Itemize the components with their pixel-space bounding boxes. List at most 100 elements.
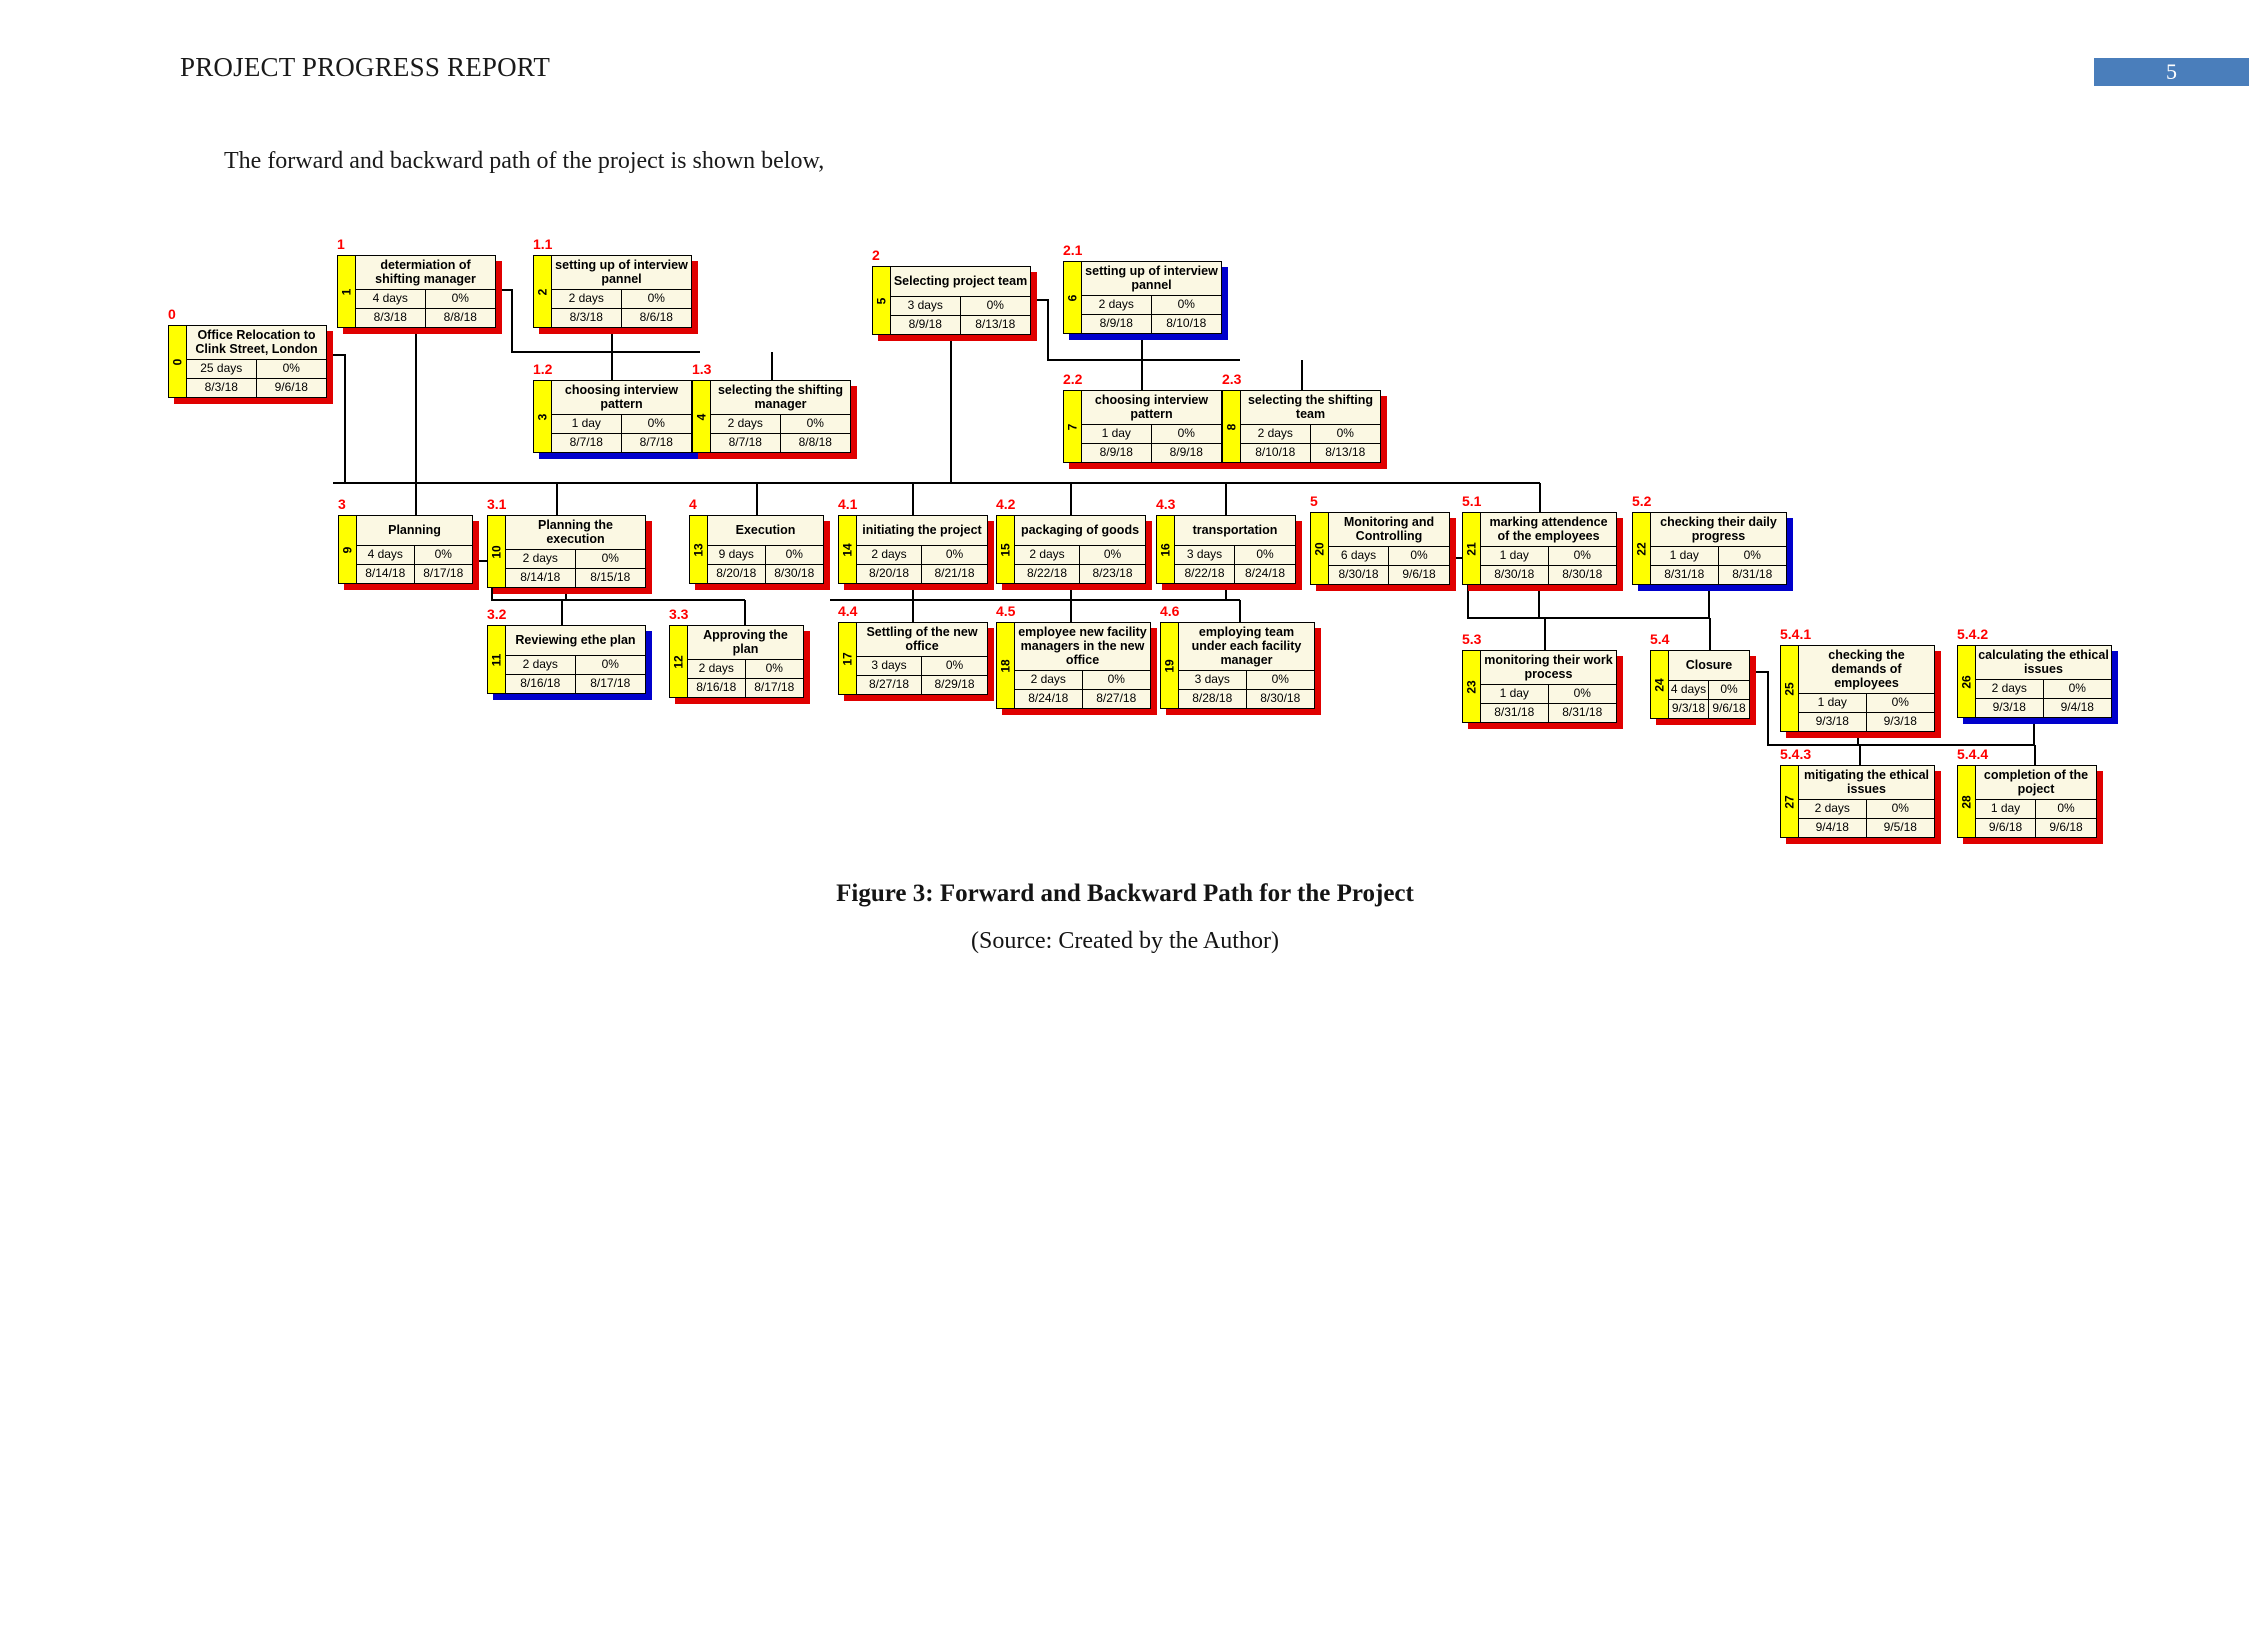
task-code-label: 3.2: [487, 606, 507, 622]
task-node[interactable]: 2 5 Selecting project team 3 days 0% 8/9/18 8/…: [872, 247, 1037, 341]
task-start-date: 8/31/18: [1481, 704, 1549, 722]
task-title: Planning the execution: [506, 516, 645, 550]
task-node[interactable]: 4.6 19 employing team under each facility …: [1160, 603, 1321, 715]
task-id-value: 7: [1065, 423, 1080, 430]
task-node-main: initiating the project 2 days 0% 8/20/18 8/2…: [857, 516, 987, 583]
task-duration-row: 2 days 0%: [1082, 296, 1221, 315]
task-node[interactable]: 4.5 18 employee new facility managers in t…: [996, 603, 1157, 715]
task-title: employee new facility managers in the ne…: [1015, 623, 1150, 671]
task-node-body: 4 selecting the shifting manager 2 days 0% 8…: [692, 380, 851, 453]
task-finish-date: 8/30/18: [1260, 691, 1301, 705]
task-node[interactable]: 2.2 7 choosing interview pattern 1 day 0% 8/9…: [1063, 371, 1228, 469]
task-dates-row: 8/30/18 9/6/18: [1329, 566, 1449, 584]
task-node[interactable]: 0 0 Office Relocation to Clink Street, Lon…: [168, 306, 333, 404]
task-node[interactable]: 3.3 12 Approving the plan 2 days 0% 8/16/18 8/…: [669, 606, 810, 704]
task-title: monitoring their work process: [1481, 651, 1616, 685]
task-dates-row: 8/9/18 8/9/18: [1082, 444, 1221, 462]
task-node[interactable]: 4.4 17 Settling of the new office 3 days 0% 8…: [838, 603, 994, 701]
task-node[interactable]: 4.3 16 transportation 3 days 0% 8/22/18 8/24/1…: [1156, 496, 1302, 590]
task-node[interactable]: 5.4.3 27 mitigating the ethical issues 2 da…: [1780, 746, 1941, 844]
task-duration-row: 3 days 0%: [1179, 671, 1314, 690]
task-node-body: 6 setting up of interview pannel 2 days 0% 8…: [1063, 261, 1222, 334]
task-start-date: 9/6/18: [1976, 819, 2036, 837]
task-node[interactable]: 1.3 4 selecting the shifting manager 2 days…: [692, 361, 857, 459]
task-code-label: 3.1: [487, 496, 507, 512]
task-dates-row: 8/31/18 8/31/18: [1651, 566, 1786, 584]
task-node[interactable]: 5.2 22 checking their daily progress 1 day 0…: [1632, 493, 1793, 591]
task-node-body: 0 Office Relocation to Clink Street, Lond…: [168, 325, 327, 398]
task-node-body: 5 Selecting project team 3 days 0% 8/9/18 8/1…: [872, 266, 1031, 335]
task-title: calculating the ethical issues: [1976, 646, 2111, 680]
task-duration: 4 days: [357, 546, 415, 564]
task-title: selecting the shifting manager: [711, 381, 850, 415]
task-node[interactable]: 5.4.1 25 checking the demands of employees…: [1780, 626, 1941, 738]
task-duration-row: 2 days 0%: [1015, 671, 1150, 690]
task-node[interactable]: 5.4.2 26 calculating the ethical issues 2 d…: [1957, 626, 2118, 724]
task-node[interactable]: 5.4 24 Closure 4 days 0% 9/3/18 9/6/18: [1650, 631, 1756, 725]
task-code-label: 2: [872, 247, 880, 263]
task-duration: 2 days: [1015, 671, 1083, 689]
task-finish-date: 8/24/18: [1244, 566, 1286, 580]
task-code-label: 5: [1310, 493, 1318, 509]
task-duration: 3 days: [1179, 671, 1247, 689]
task-node[interactable]: 5 20 Monitoring and Controlling 6 days 0% 8/3…: [1310, 493, 1456, 591]
task-percent-complete: 0%: [986, 298, 1004, 312]
task-node[interactable]: 4 13 Execution 9 days 0% 8/20/18 8/30/18: [689, 496, 830, 590]
task-duration: 1 day: [552, 415, 622, 433]
task-id-value: 4: [694, 413, 709, 420]
task-node[interactable]: 1.2 3 choosing interview pattern 1 day 0% 8/7…: [533, 361, 698, 459]
task-finish-date: 8/31/18: [1562, 705, 1603, 719]
task-percent-complete: 0%: [1177, 297, 1195, 311]
task-node-main: mitigating the ethical issues 2 days 0% 9/4…: [1799, 766, 1934, 837]
task-start-date: 9/3/18: [1799, 713, 1867, 731]
task-node[interactable]: 4.2 15 packaging of goods 2 days 0% 8/22/18 8/…: [996, 496, 1152, 590]
task-node-main: choosing interview pattern 1 day 0% 8/7/18 8…: [552, 381, 691, 452]
task-node[interactable]: 5.1 21 marking attendence of the employees…: [1462, 493, 1623, 591]
task-node-body: 12 Approving the plan 2 days 0% 8/16/18 8/17/…: [669, 625, 804, 698]
task-dates-row: 8/10/18 8/13/18: [1241, 444, 1380, 462]
task-finish-date: 8/30/18: [774, 566, 815, 580]
task-code-label: 5.4.2: [1957, 626, 1989, 642]
task-finish-date: 8/9/18: [1169, 445, 1203, 459]
task-node[interactable]: 3.2 11 Reviewing ethe plan 2 days 0% 8/16/18 8…: [487, 606, 652, 700]
task-node[interactable]: 5.4.4 28 completion of the poject 1 day 0% 9/…: [1957, 746, 2103, 844]
task-dates-row: 8/9/18 8/13/18: [891, 316, 1030, 334]
task-node-body: 7 choosing interview pattern 1 day 0% 8/9/18…: [1063, 390, 1222, 463]
task-node[interactable]: 3 9 Planning 4 days 0% 8/14/18 8/17/18: [338, 496, 479, 590]
task-id-strip: 19: [1161, 623, 1179, 708]
task-dates-row: 8/16/18 8/17/18: [506, 675, 645, 693]
task-percent-complete: 0%: [1103, 547, 1122, 561]
task-node-main: Reviewing ethe plan 2 days 0% 8/16/18 8/17/1…: [506, 626, 645, 693]
task-id-value: 9: [340, 546, 355, 553]
task-id-value: 3: [535, 413, 550, 420]
task-dates-row: 9/3/18 9/4/18: [1976, 699, 2111, 717]
task-id-value: 18: [998, 658, 1013, 673]
task-node[interactable]: 4.1 14 initiating the project 2 days 0% 8/20/…: [838, 496, 994, 590]
task-code-label: 4: [689, 496, 697, 512]
task-node-body: 13 Execution 9 days 0% 8/20/18 8/30/18: [689, 515, 824, 584]
task-title: choosing interview pattern: [552, 381, 691, 415]
task-title: Approving the plan: [688, 626, 803, 660]
task-node[interactable]: 1.1 2 setting up of interview pannel 2 days…: [533, 236, 698, 334]
task-dates-row: 8/16/18 8/17/18: [688, 679, 803, 697]
task-node[interactable]: 2.3 8 selecting the shifting team 2 days 0% 8…: [1222, 371, 1387, 469]
task-id-strip: 15: [997, 516, 1015, 583]
task-id-strip: 6: [1064, 262, 1082, 333]
task-duration-row: 4 days 0%: [356, 290, 495, 309]
task-duration: 2 days: [1241, 425, 1311, 443]
task-id-strip: 3: [534, 381, 552, 452]
task-node-body: 2 setting up of interview pannel 2 days 0% 8…: [533, 255, 692, 328]
task-node[interactable]: 5.3 23 monitoring their work process 1 day 0…: [1462, 631, 1623, 729]
network-diagram: 0 0 Office Relocation to Clink Street, Lon…: [0, 0, 2250, 880]
task-finish-date: 8/23/18: [1092, 566, 1133, 580]
task-node-body: 10 Planning the execution 2 days 0% 8/14/18 8…: [487, 515, 646, 588]
task-dates-row: 8/3/18 8/8/18: [356, 309, 495, 327]
task-start-date: 8/3/18: [356, 309, 426, 327]
task-node[interactable]: 3.1 10 Planning the execution 2 days 0% 8/14/…: [487, 496, 652, 594]
task-title: marking attendence of the employees: [1481, 513, 1616, 547]
task-dates-row: 8/27/18 8/29/18: [857, 676, 987, 694]
task-title: choosing interview pattern: [1082, 391, 1221, 425]
task-dates-row: 8/20/18 8/30/18: [708, 565, 823, 583]
task-node[interactable]: 2.1 6 setting up of interview pannel 2 days…: [1063, 242, 1228, 340]
task-node[interactable]: 1 1 determiation of shifting manager 4 days…: [337, 236, 502, 334]
